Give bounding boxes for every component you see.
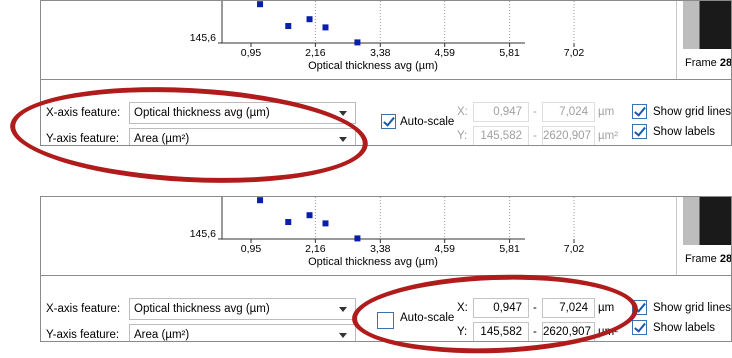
chevron-down-icon <box>339 333 347 338</box>
checkmark-icon <box>634 104 646 117</box>
y-tick-label: 145,6 <box>190 32 216 44</box>
scatter-point[interactable] <box>257 197 264 204</box>
frame-image <box>683 1 731 49</box>
scatter-chart-svg: 0,95 2,16 3,38 4,59 5,81 7,02 145,6 Optical t… <box>190 1 585 72</box>
y-axis-feature-select[interactable]: Area (µm²) <box>129 128 356 145</box>
x-axis-label: Optical thickness avg (µm) <box>308 256 438 268</box>
chevron-down-icon <box>339 111 347 116</box>
y-axis-feature-select[interactable]: Area (µm²) <box>129 324 356 341</box>
y-axis-feature-label: Y-axis feature: <box>46 329 120 341</box>
x-axis-feature-label: X-axis feature: <box>46 303 121 315</box>
show-grid-lines-checkbox[interactable] <box>632 104 647 119</box>
scatter-point[interactable] <box>306 212 313 219</box>
x-range-label: X: <box>457 302 468 314</box>
x-axis-label: Optical thickness avg (µm) <box>308 60 438 72</box>
y-range-separator: - <box>533 326 537 338</box>
x-axis-feature-select[interactable]: Optical thickness avg (µm) <box>129 102 356 124</box>
scatter-plot-panel-autoscale-off: 0,95 2,16 3,38 4,59 5,81 7,02 145,6 Optical t… <box>40 196 732 342</box>
x-unit-label: µm <box>598 106 615 118</box>
y-min-input[interactable]: 145,582 <box>473 322 529 341</box>
checkmark-icon <box>634 124 646 137</box>
x-tick-label: 2,16 <box>305 47 326 59</box>
frame-label: Frame 286 <box>685 57 732 69</box>
autoscale-label: Auto-scale <box>400 312 455 324</box>
x-range-label: X: <box>457 106 468 118</box>
scatter-point[interactable] <box>322 24 329 31</box>
scatter-point[interactable] <box>257 1 264 8</box>
scatter-plot-panel-autoscale-on: 0,95 2,16 3,38 4,59 5,81 7,02 145,6 Optical t… <box>40 0 732 146</box>
scatter-point[interactable] <box>322 220 329 227</box>
x-tick-label: 2,16 <box>305 243 326 255</box>
y-max-input[interactable]: 2620,907 <box>542 322 595 341</box>
x-tick-label: 7,02 <box>564 47 585 59</box>
x-axis-feature-label: X-axis feature: <box>46 107 121 119</box>
x-range-separator: - <box>533 302 537 314</box>
x-min-input[interactable]: 0,947 <box>473 298 529 318</box>
scatter-plot: 0,95 2,16 3,38 4,59 5,81 7,02 145,6 Optical t… <box>41 1 676 79</box>
chevron-down-icon <box>339 307 347 312</box>
checkmark-icon <box>634 320 646 333</box>
x-tick-label: 7,02 <box>564 243 585 255</box>
y-axis-feature-label: Y-axis feature: <box>46 133 120 145</box>
show-labels-label: Show labels <box>653 322 716 334</box>
x-range-separator: - <box>533 106 537 118</box>
x-min-input[interactable]: 0,947 <box>473 102 529 122</box>
y-max-input[interactable]: 2620,907 <box>542 126 595 145</box>
scatter-chart-svg: 0,95 2,16 3,38 4,59 5,81 7,02 145,6 Optical t… <box>190 197 585 268</box>
show-grid-lines-label: Show grid lines <box>653 302 731 314</box>
autoscale-checkbox[interactable] <box>377 312 394 329</box>
show-labels-label: Show labels <box>653 126 716 138</box>
frame-thumbnail[interactable]: Frame 286 <box>676 1 732 79</box>
x-axis-feature-select[interactable]: Optical thickness avg (µm) <box>129 298 356 320</box>
scatter-point[interactable] <box>354 235 361 242</box>
show-grid-lines-label: Show grid lines <box>653 106 731 118</box>
x-max-input[interactable]: 7,024 <box>542 102 595 122</box>
autoscale-checkbox[interactable] <box>381 114 396 129</box>
frame-label: Frame 286 <box>685 253 732 265</box>
scatter-point[interactable] <box>354 39 361 46</box>
y-unit-label: µm² <box>598 130 619 142</box>
x-tick-label: 3,38 <box>370 47 391 59</box>
x-max-input[interactable]: 7,024 <box>542 298 595 318</box>
y-min-input[interactable]: 145,582 <box>473 126 529 145</box>
scatter-plot: 0,95 2,16 3,38 4,59 5,81 7,02 145,6 Optical t… <box>41 197 676 275</box>
chevron-down-icon <box>339 137 347 142</box>
x-tick-label: 4,59 <box>434 47 455 59</box>
frame-image <box>683 197 731 245</box>
x-tick-label: 5,81 <box>499 243 520 255</box>
show-labels-checkbox[interactable] <box>632 124 647 139</box>
frame-thumbnail[interactable]: Frame 286 <box>676 197 732 275</box>
x-tick-label: 0,95 <box>241 47 262 59</box>
x-unit-label: µm <box>598 302 615 314</box>
show-grid-lines-checkbox[interactable] <box>632 300 647 315</box>
y-range-label: Y: <box>457 326 468 338</box>
x-tick-label: 3,38 <box>370 243 391 255</box>
scatter-point[interactable] <box>306 16 313 23</box>
checkmark-icon <box>383 114 395 127</box>
autoscale-label: Auto-scale <box>400 116 455 128</box>
y-range-separator: - <box>533 130 537 142</box>
plot-controls: X-axis feature: Optical thickness avg (µ… <box>41 79 731 145</box>
y-tick-label: 145,6 <box>190 228 216 240</box>
x-tick-label: 5,81 <box>499 47 520 59</box>
scatter-point[interactable] <box>285 219 292 226</box>
y-range-label: Y: <box>457 130 468 142</box>
plot-controls: X-axis feature: Optical thickness avg (µ… <box>41 275 731 341</box>
scatter-point[interactable] <box>285 23 292 30</box>
x-tick-label: 4,59 <box>434 243 455 255</box>
y-unit-label: µm² <box>598 326 619 338</box>
show-labels-checkbox[interactable] <box>632 320 647 335</box>
checkmark-icon <box>634 300 646 313</box>
x-tick-label: 0,95 <box>241 243 262 255</box>
